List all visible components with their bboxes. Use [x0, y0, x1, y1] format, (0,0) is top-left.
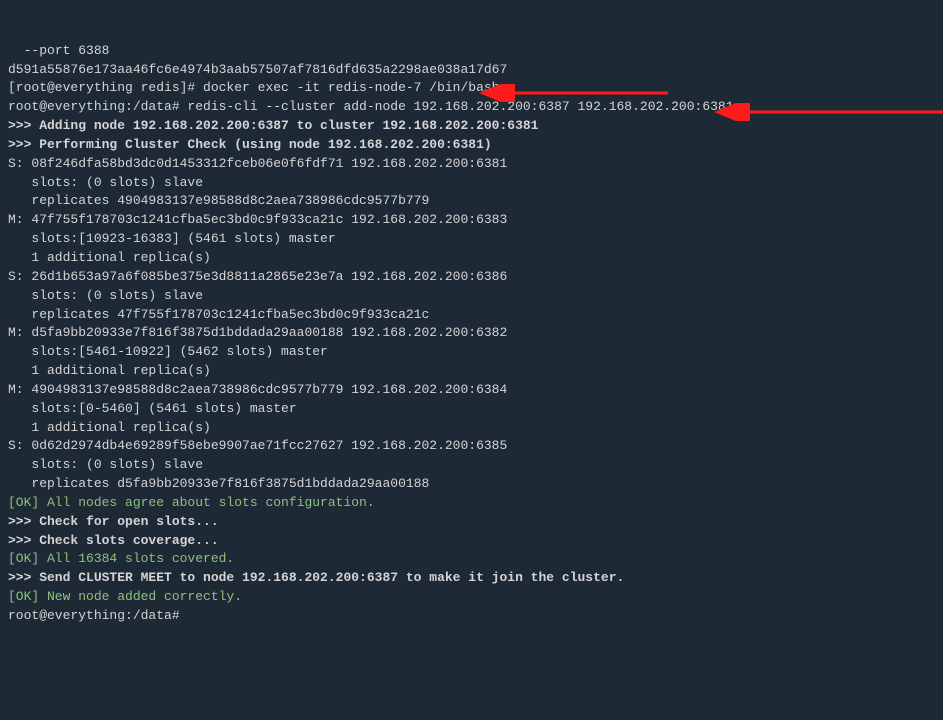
terminal-line: [OK] All nodes agree about slots configu…: [8, 494, 935, 513]
terminal-line: [OK] All 16384 slots covered.: [8, 550, 935, 569]
terminal-line: >>> Check for open slots...: [8, 513, 935, 532]
annotation-arrow-2: [703, 65, 943, 158]
terminal-line: slots: (0 slots) slave: [8, 174, 935, 193]
terminal-line: 1 additional replica(s): [8, 362, 935, 381]
terminal-line: replicates 4904983137e98588d8c2aea738986…: [8, 192, 935, 211]
terminal-line: slots: (0 slots) slave: [8, 456, 935, 475]
terminal-line: 1 additional replica(s): [8, 419, 935, 438]
terminal-line: replicates d5fa9bb20933e7f816f3875d1bdda…: [8, 475, 935, 494]
terminal-line: slots:[0-5460] (5461 slots) master: [8, 400, 935, 419]
terminal-line: M: 47f755f178703c1241cfba5ec3bd0c9f933ca…: [8, 211, 935, 230]
terminal-line: >>> Send CLUSTER MEET to node 192.168.20…: [8, 569, 935, 588]
terminal-line: 1 additional replica(s): [8, 249, 935, 268]
terminal-line: S: 26d1b653a97a6f085be375e3d8811a2865e23…: [8, 268, 935, 287]
terminal-line: S: 0d62d2974db4e69289f58ebe9907ae71fcc27…: [8, 437, 935, 456]
terminal-line: root@everything:/data#: [8, 607, 935, 626]
terminal-line: slots: (0 slots) slave: [8, 287, 935, 306]
terminal-line: slots:[10923-16383] (5461 slots) master: [8, 230, 935, 249]
terminal-line: [OK] New node added correctly.: [8, 588, 935, 607]
annotation-arrow-1: [468, 46, 668, 139]
terminal-line: >>> Check slots coverage...: [8, 532, 935, 551]
terminal-line: M: d5fa9bb20933e7f816f3875d1bddada29aa00…: [8, 324, 935, 343]
terminal-output[interactable]: --port 6388d591a55876e173aa46fc6e4974b3a…: [8, 4, 935, 720]
terminal-line: M: 4904983137e98588d8c2aea738986cdc9577b…: [8, 381, 935, 400]
terminal-line: slots:[5461-10922] (5462 slots) master: [8, 343, 935, 362]
terminal-line: replicates 47f755f178703c1241cfba5ec3bd0…: [8, 306, 935, 325]
